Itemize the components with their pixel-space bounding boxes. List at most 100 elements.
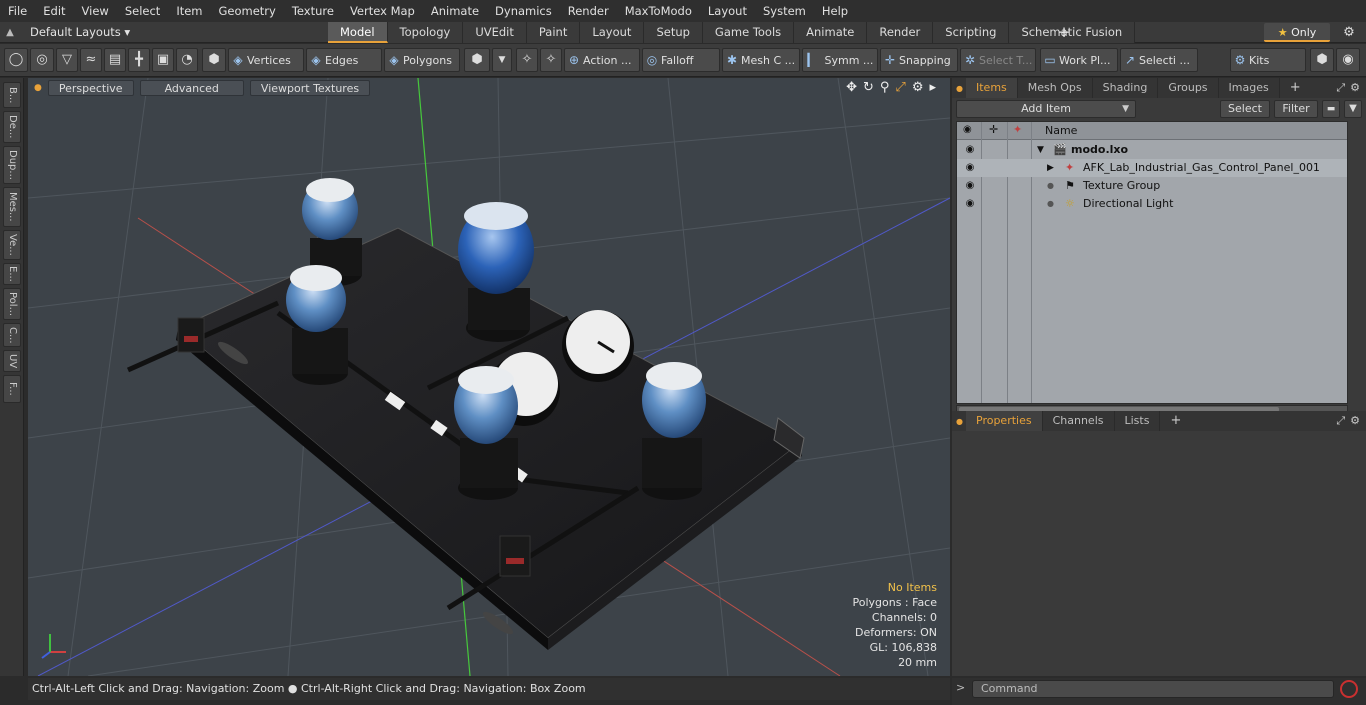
symmetry-button[interactable]: ▎ Symm ... bbox=[802, 48, 878, 72]
move-view-icon[interactable]: ✥ bbox=[846, 80, 857, 95]
unreal-icon[interactable]: ◉ bbox=[1336, 48, 1360, 72]
command-input[interactable]: Command bbox=[972, 680, 1334, 698]
eye-icon[interactable]: ◉ bbox=[963, 177, 977, 195]
tab-animate[interactable]: Animate bbox=[794, 22, 868, 43]
snap-a-icon[interactable]: ✧ bbox=[516, 48, 538, 72]
add-properties-tab-icon[interactable]: + bbox=[1160, 411, 1191, 431]
viewport-textures-button[interactable]: Viewport Textures bbox=[249, 80, 371, 96]
pen-icon[interactable]: ▽ bbox=[56, 48, 78, 72]
menu-animate[interactable]: Animate bbox=[423, 0, 487, 22]
falloff-button[interactable]: ◎ Falloff bbox=[642, 48, 720, 72]
tab-items[interactable]: Items bbox=[966, 78, 1018, 98]
left-tab-vertex[interactable]: Ve... bbox=[3, 230, 21, 260]
menu-texture[interactable]: Texture bbox=[284, 0, 342, 22]
tab-model[interactable]: Model bbox=[328, 22, 388, 43]
tab-setup[interactable]: Setup bbox=[644, 22, 703, 43]
select-button[interactable]: Select bbox=[1220, 100, 1270, 118]
tab-paint[interactable]: Paint bbox=[526, 22, 581, 43]
tab-groups[interactable]: Groups bbox=[1158, 78, 1219, 98]
add-item-button[interactable]: Add Item ▼ bbox=[956, 100, 1136, 118]
vertices-mode-button[interactable]: ◈ Vertices bbox=[228, 48, 304, 72]
menu-view[interactable]: View bbox=[74, 0, 117, 22]
eye-icon[interactable]: ◉ bbox=[963, 159, 977, 177]
tab-scripting[interactable]: Scripting bbox=[933, 22, 1010, 43]
menu-select[interactable]: Select bbox=[117, 0, 168, 22]
expand-arrow-icon[interactable]: ▼ bbox=[1037, 141, 1044, 159]
name-column-header[interactable]: Name bbox=[1045, 124, 1077, 137]
menu-layout[interactable]: Layout bbox=[700, 0, 755, 22]
eye-icon[interactable]: ◉ bbox=[963, 141, 977, 159]
expand-panel-icon[interactable]: ⤢ bbox=[1336, 81, 1345, 95]
mode-dropdown-icon[interactable]: ▼ bbox=[492, 48, 512, 72]
eye-icon[interactable]: ◉ bbox=[963, 195, 977, 213]
only-toggle[interactable]: ★ Only bbox=[1264, 23, 1330, 42]
menu-file[interactable]: File bbox=[0, 0, 35, 22]
gear-icon[interactable]: ⚙ bbox=[1338, 22, 1360, 43]
tab-mesh-ops[interactable]: Mesh Ops bbox=[1018, 78, 1093, 98]
box-icon[interactable]: ▣ bbox=[152, 48, 174, 72]
zoom-view-icon[interactable]: ⚲ bbox=[880, 80, 890, 95]
center-icon[interactable]: ╋ bbox=[128, 48, 150, 72]
select-circle-icon[interactable]: ◯ bbox=[4, 48, 28, 72]
tab-render[interactable]: Render bbox=[867, 22, 934, 43]
polygons-mode-button[interactable]: ◈ Polygons bbox=[384, 48, 460, 72]
menu-render[interactable]: Render bbox=[560, 0, 617, 22]
tree-row-mesh[interactable]: ◉ ▶ ✦ AFK_Lab_Industrial_Gas_Control_Pan… bbox=[957, 159, 1347, 177]
maximize-view-icon[interactable]: ⤢ bbox=[895, 80, 905, 95]
add-tab-icon[interactable]: + bbox=[1054, 22, 1074, 43]
selection-sets-button[interactable]: ↗ Selecti ... bbox=[1120, 48, 1198, 72]
action-center-button[interactable]: ⊕ Action ... bbox=[564, 48, 640, 72]
brush-icon[interactable]: ≈ bbox=[80, 48, 102, 72]
align-icon[interactable]: ▤ bbox=[104, 48, 126, 72]
3d-viewport[interactable]: ● Perspective Advanced Viewport Textures… bbox=[28, 78, 950, 676]
cube-icon[interactable]: ⬢ bbox=[202, 48, 226, 72]
work-plane-button[interactable]: ▭ Work Pl... bbox=[1040, 48, 1118, 72]
record-icon[interactable] bbox=[1340, 680, 1358, 698]
kits-button[interactable]: ⚙ Kits bbox=[1230, 48, 1306, 72]
viewport-expand-icon[interactable]: ▸ bbox=[929, 80, 936, 95]
snap-b-icon[interactable]: ✧ bbox=[540, 48, 562, 72]
left-tab-basic[interactable]: B... bbox=[3, 82, 21, 108]
menu-item[interactable]: Item bbox=[168, 0, 210, 22]
menu-help[interactable]: Help bbox=[814, 0, 856, 22]
funnel-icon[interactable]: ▼ bbox=[1344, 100, 1362, 118]
unity-icon[interactable]: ⬢ bbox=[1310, 48, 1334, 72]
left-tab-duplicate[interactable]: Dup... bbox=[3, 146, 21, 184]
tab-game-tools[interactable]: Game Tools bbox=[702, 22, 795, 43]
tab-properties[interactable]: Properties bbox=[966, 411, 1043, 431]
tab-shading[interactable]: Shading bbox=[1093, 78, 1159, 98]
tab-uvedit[interactable]: UVEdit bbox=[463, 22, 527, 43]
tab-topology[interactable]: Topology bbox=[387, 22, 464, 43]
menu-dynamics[interactable]: Dynamics bbox=[487, 0, 560, 22]
left-tab-polygon[interactable]: Pol... bbox=[3, 288, 21, 320]
perspective-button[interactable]: Perspective bbox=[47, 80, 134, 96]
snapping-button[interactable]: ✛ Snapping bbox=[880, 48, 958, 72]
collapse-icon[interactable]: ▬ bbox=[1322, 100, 1340, 118]
default-layouts-dropdown[interactable]: Default Layouts ▾ bbox=[20, 25, 138, 39]
mesh-constraint-button[interactable]: ✱ Mesh C ... bbox=[722, 48, 800, 72]
layout-collapse-icon[interactable]: ▲ bbox=[0, 27, 20, 38]
edges-mode-button[interactable]: ◈ Edges bbox=[306, 48, 382, 72]
panel-settings-icon[interactable]: ⚙ bbox=[1350, 414, 1360, 428]
advanced-button[interactable]: Advanced bbox=[139, 80, 244, 96]
panel-settings-icon[interactable]: ⚙ bbox=[1350, 81, 1360, 95]
globe-icon[interactable]: ◎ bbox=[30, 48, 54, 72]
tree-row-light[interactable]: ◉ ● ☼ Directional Light bbox=[957, 195, 1347, 213]
menu-system[interactable]: System bbox=[755, 0, 814, 22]
expand-arrow-icon[interactable]: ▶ bbox=[1047, 159, 1054, 177]
tab-channels[interactable]: Channels bbox=[1043, 411, 1115, 431]
item-mode-icon[interactable]: ⬢ bbox=[464, 48, 490, 72]
expand-panel-icon[interactable]: ⤢ bbox=[1336, 414, 1345, 428]
menu-edit[interactable]: Edit bbox=[35, 0, 73, 22]
select-through-button[interactable]: ✲ Select T... bbox=[960, 48, 1036, 72]
item-list-vscroll[interactable] bbox=[1350, 121, 1362, 404]
menu-geometry[interactable]: Geometry bbox=[211, 0, 284, 22]
tree-row-texture-group[interactable]: ◉ ● ⚑ Texture Group bbox=[957, 177, 1347, 195]
tab-layout[interactable]: Layout bbox=[580, 22, 645, 43]
viewport-settings-icon[interactable]: ⚙ bbox=[912, 80, 924, 95]
menu-maxtomodo[interactable]: MaxToModo bbox=[617, 0, 700, 22]
left-tab-fusion[interactable]: F... bbox=[3, 375, 21, 403]
filter-button[interactable]: Filter bbox=[1274, 100, 1318, 118]
menu-vertex-map[interactable]: Vertex Map bbox=[342, 0, 423, 22]
left-tab-mesh-edit[interactable]: Mes... bbox=[3, 187, 21, 227]
